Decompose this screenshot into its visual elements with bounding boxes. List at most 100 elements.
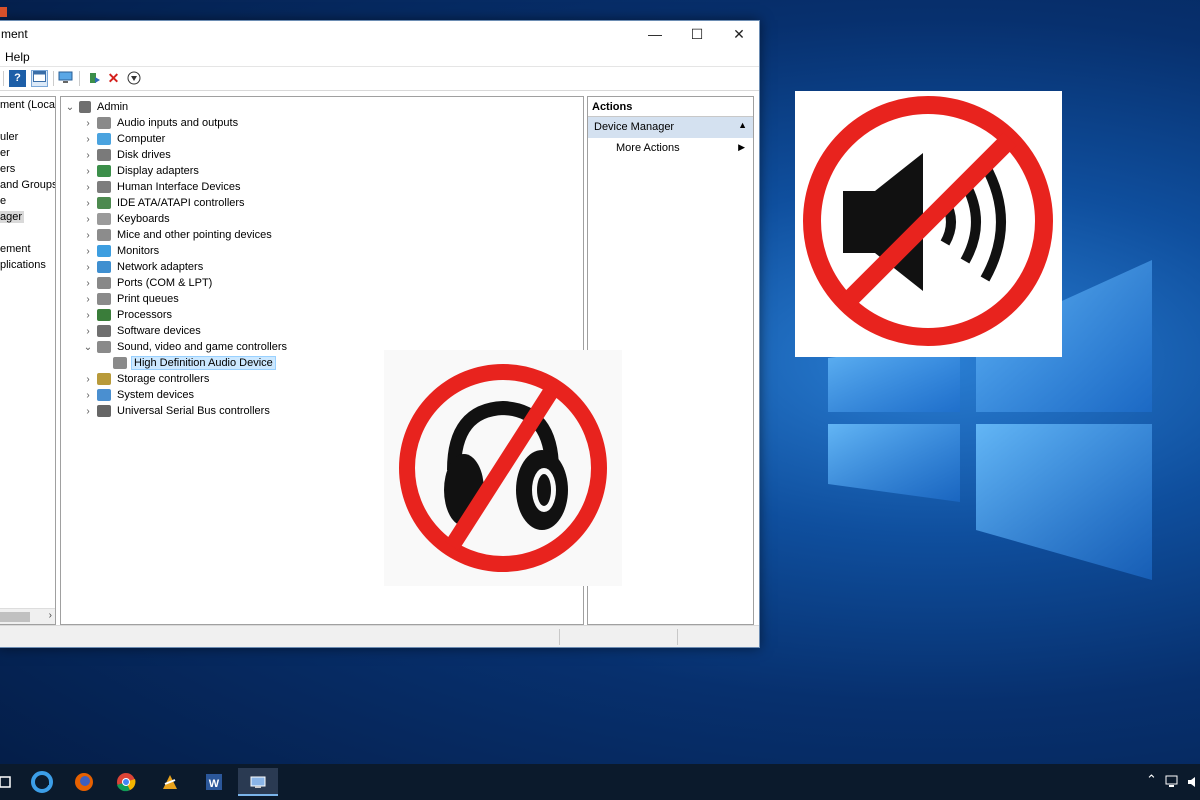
scan-hardware-icon[interactable]: [57, 70, 74, 87]
maximize-button[interactable]: ☐: [677, 21, 717, 47]
chevron-right-icon[interactable]: ›: [81, 406, 95, 417]
tree-category-node[interactable]: › Display adapters: [81, 163, 201, 179]
chevron-right-icon[interactable]: ›: [81, 278, 95, 289]
console-tree-item[interactable]: ers: [0, 163, 15, 175]
tree-category-node[interactable]: › Audio inputs and outputs: [81, 115, 240, 131]
chevron-right-icon[interactable]: ›: [81, 166, 95, 177]
title-bar: ment — ☐ ✕: [0, 7, 759, 47]
scroll-right-icon[interactable]: ›: [49, 610, 52, 621]
chevron-right-icon[interactable]: ›: [81, 150, 95, 161]
word-icon[interactable]: W: [194, 768, 234, 796]
chevron-right-icon[interactable]: ›: [81, 310, 95, 321]
tree-category-node[interactable]: › Monitors: [81, 243, 161, 259]
speaker-icon: [97, 117, 111, 129]
console-tree-item[interactable]: e: [0, 195, 6, 207]
toolbar-separator: [53, 71, 54, 86]
console-tree-pane: ment (Local uler er ers and Groups e age…: [0, 96, 56, 625]
tray-expand-icon[interactable]: ⌃: [1146, 772, 1157, 788]
tree-root[interactable]: ⌄ Admin: [63, 99, 130, 115]
device-manager-taskbar-icon[interactable]: [238, 768, 278, 796]
tree-category-node[interactable]: › Ports (COM & LPT): [81, 275, 214, 291]
toolbar-separator: [3, 71, 4, 86]
scrollbar-thumb[interactable]: [0, 612, 30, 622]
tree-child-node[interactable]: High Definition Audio Device: [97, 355, 276, 371]
update-driver-icon[interactable]: [85, 70, 102, 87]
no-headphones-sign: [384, 350, 622, 586]
firefox-icon[interactable]: [64, 768, 104, 796]
more-actions-item[interactable]: More Actions ▶: [588, 138, 753, 158]
chevron-right-icon[interactable]: ›: [81, 374, 95, 385]
chevron-right-icon[interactable]: ›: [81, 214, 95, 225]
tree-node-label: Sound, video and game controllers: [117, 341, 287, 353]
volume-icon[interactable]: [1184, 768, 1200, 796]
tree-category-node[interactable]: › Computer: [81, 131, 167, 147]
tree-node-label: Processors: [117, 309, 173, 321]
chevron-down-icon[interactable]: ⌄: [63, 102, 77, 113]
help-icon[interactable]: ?: [9, 70, 26, 87]
console-tree-item[interactable]: er: [0, 147, 10, 159]
edge-icon[interactable]: [22, 768, 62, 796]
tree-category-node[interactable]: › Human Interface Devices: [81, 179, 243, 195]
tree-category-node[interactable]: › Universal Serial Bus controllers: [81, 403, 272, 419]
chevron-right-icon[interactable]: ›: [81, 182, 95, 193]
tree-node-label: Keyboards: [117, 213, 170, 225]
tree-node-label: High Definition Audio Device: [131, 356, 276, 370]
chevron-right-icon[interactable]: ›: [81, 294, 95, 305]
console-tree-item[interactable]: ment (Local: [0, 99, 55, 111]
tree-category-node[interactable]: › Network adapters: [81, 259, 205, 275]
tree-node-label: Display adapters: [117, 165, 199, 177]
tree-node-label: Software devices: [117, 325, 201, 337]
minimize-button[interactable]: —: [635, 21, 675, 47]
tree-category-node[interactable]: › Print queues: [81, 291, 181, 307]
download-icon[interactable]: [125, 70, 142, 87]
app-shortcut-icon[interactable]: [150, 768, 190, 796]
chevron-right-icon[interactable]: ›: [81, 198, 95, 209]
audio-device-icon: [113, 357, 127, 369]
collapse-up-icon[interactable]: ▲: [738, 120, 747, 130]
chrome-icon[interactable]: [106, 768, 146, 796]
window-title: ment: [1, 27, 28, 41]
chevron-right-icon[interactable]: ›: [81, 134, 95, 145]
console-tree-item[interactable]: ement: [0, 243, 31, 255]
chevron-right-icon[interactable]: ›: [81, 118, 95, 129]
menu-help[interactable]: Help: [5, 50, 30, 64]
tree-node-label: Monitors: [117, 245, 160, 257]
chevron-right-icon[interactable]: ›: [81, 262, 95, 273]
chevron-right-icon[interactable]: ›: [81, 246, 95, 257]
port-icon: [97, 277, 111, 289]
tree-category-node[interactable]: ⌄ Sound, video and game controllers: [81, 339, 289, 355]
processor-icon: [97, 309, 111, 321]
tree-category-node[interactable]: › IDE ATA/ATAPI controllers: [81, 195, 247, 211]
tree-category-node[interactable]: › Keyboards: [81, 211, 172, 227]
console-tree-item[interactable]: uler: [0, 131, 18, 143]
disk-drive-icon: [97, 149, 111, 161]
tree-category-node[interactable]: › Disk drives: [81, 147, 173, 163]
console-tree-item[interactable]: and Groups: [0, 179, 55, 191]
show-hide-icon[interactable]: [31, 70, 48, 87]
console-tree-item[interactable]: plications: [0, 259, 46, 271]
tree-node-label: Audio inputs and outputs: [117, 117, 239, 129]
actions-header: Actions: [588, 97, 753, 117]
close-button[interactable]: ✕: [719, 21, 759, 47]
computer-icon: [97, 133, 111, 145]
console-tree-item-selected[interactable]: ager: [0, 211, 25, 223]
tree-node-label: Storage controllers: [117, 373, 210, 385]
tree-category-node[interactable]: › Software devices: [81, 323, 203, 339]
tree-category-node[interactable]: › Processors: [81, 307, 174, 323]
chevron-down-icon[interactable]: ⌄: [81, 342, 95, 353]
tree-node-label: IDE ATA/ATAPI controllers: [117, 197, 245, 209]
horizontal-scrollbar[interactable]: ›: [0, 608, 55, 624]
chevron-right-icon[interactable]: ›: [81, 326, 95, 337]
monitor-icon: [97, 245, 111, 257]
tree-category-node[interactable]: › System devices: [81, 387, 196, 403]
svg-text:W: W: [209, 778, 220, 790]
uninstall-icon[interactable]: ✕: [105, 70, 122, 87]
tree-category-node[interactable]: › Storage controllers: [81, 371, 211, 387]
actions-section-device-manager[interactable]: Device Manager ▲: [588, 117, 753, 138]
sound-controller-icon: [97, 341, 111, 353]
toolbar: ? ✕: [0, 67, 759, 91]
tree-category-node[interactable]: › Mice and other pointing devices: [81, 227, 274, 243]
chevron-right-icon[interactable]: ›: [81, 390, 95, 401]
chevron-right-icon[interactable]: ›: [81, 230, 95, 241]
tree-node-label: Ports (COM & LPT): [117, 277, 213, 289]
